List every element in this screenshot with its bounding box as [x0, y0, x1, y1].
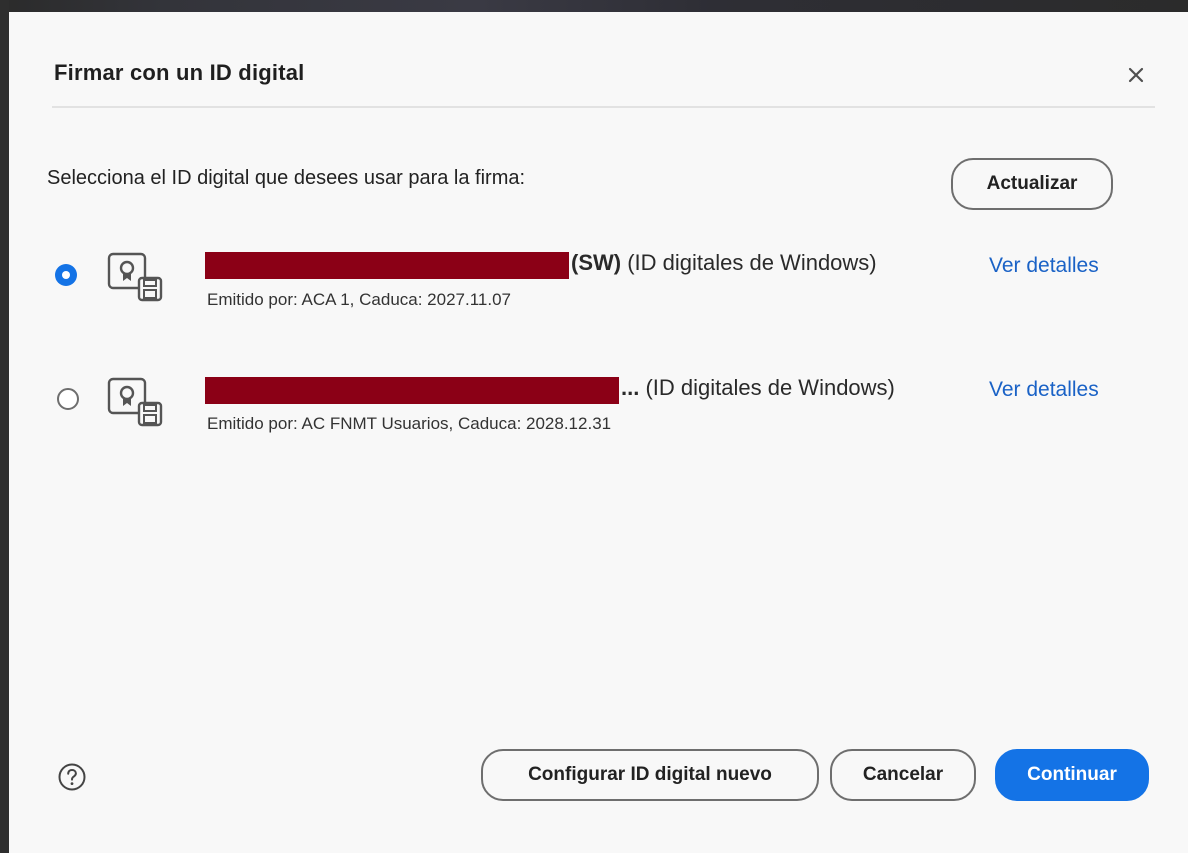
- continue-button[interactable]: Continuar: [995, 749, 1149, 801]
- id-radio-selected[interactable]: [55, 264, 77, 286]
- dialog-title: Firmar con un ID digital: [54, 60, 305, 85]
- id-name-tag: (SW): [571, 250, 622, 275]
- configure-new-id-button[interactable]: Configurar ID digital nuevo: [481, 749, 819, 801]
- background-window-edge: [0, 0, 9, 853]
- help-button[interactable]: [57, 762, 87, 792]
- certificate-icon: [107, 252, 163, 302]
- id-name-source: (ID digitales de Windows): [621, 250, 877, 275]
- view-details-link[interactable]: Ver detalles: [989, 254, 1099, 278]
- id-issuer-expiry: Emitido por: AC FNMT Usuarios, Caduca: 2…: [207, 414, 612, 433]
- id-radio-unselected[interactable]: [57, 388, 79, 410]
- view-details-link[interactable]: Ver detalles: [989, 378, 1099, 402]
- cancel-button[interactable]: Cancelar: [830, 749, 976, 801]
- sign-dialog: Firmar con un ID digital Selecciona el I…: [9, 12, 1188, 853]
- close-button[interactable]: [1122, 61, 1150, 89]
- select-id-prompt: Selecciona el ID digital que desees usar…: [47, 167, 526, 189]
- close-icon: [1128, 67, 1144, 83]
- id-name: (SW) (ID digitales de Windows): [571, 250, 877, 276]
- background-window-strip: [0, 0, 1188, 12]
- certificate-icon: [107, 377, 163, 427]
- redacted-name: [205, 252, 569, 279]
- id-name: ... (ID digitales de Windows): [621, 375, 895, 401]
- id-name-ellipsis: ...: [621, 375, 640, 400]
- id-issuer-expiry: Emitido por: ACA 1, Caduca: 2027.11.07: [207, 290, 511, 309]
- refresh-button[interactable]: Actualizar: [951, 158, 1113, 210]
- help-icon: [58, 763, 86, 791]
- title-divider: [52, 106, 1155, 108]
- id-name-source: (ID digitales de Windows): [639, 375, 895, 400]
- redacted-name: [205, 377, 619, 404]
